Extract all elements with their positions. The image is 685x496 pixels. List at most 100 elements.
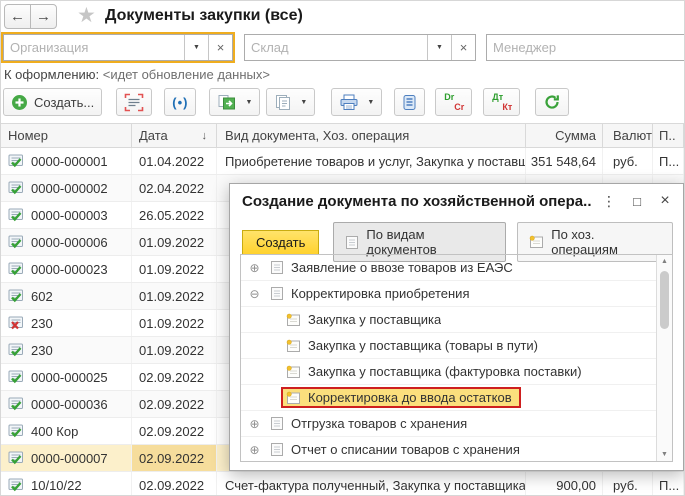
- back-button[interactable]: ←: [4, 4, 31, 29]
- tree-item-body[interactable]: Заявление о ввозе товаров из ЕАЭС: [265, 257, 522, 278]
- column-header-type[interactable]: Вид документа, Хоз. операция: [217, 124, 526, 147]
- expander-icon[interactable]: ⊕: [247, 443, 262, 457]
- cell-date[interactable]: 02.04.2022: [132, 175, 217, 201]
- column-header-number[interactable]: Номер: [1, 124, 132, 147]
- cell-date[interactable]: 26.05.2022: [132, 202, 217, 228]
- cell-number[interactable]: 0000-000023: [1, 256, 132, 282]
- create-button[interactable]: Создать...: [3, 88, 103, 116]
- tree-item[interactable]: ⊕ Отгрузка товаров с хранения: [241, 411, 656, 437]
- tree-item[interactable]: Закупка у поставщика (фактуровка поставк…: [241, 359, 656, 385]
- expander-icon[interactable]: ⊖: [247, 287, 262, 301]
- table-row[interactable]: 10/10/22 02.09.2022 Счет-фактура получен…: [1, 472, 684, 495]
- cell-number[interactable]: 0000-000006: [1, 229, 132, 255]
- scrollbar-thumb[interactable]: [660, 271, 669, 329]
- cell-number[interactable]: 0000-000002: [1, 175, 132, 201]
- tree-item-body[interactable]: Закупка у поставщика (фактуровка поставк…: [281, 361, 591, 382]
- to-process-link[interactable]: К оформлению:: [4, 67, 99, 82]
- copy-document-button[interactable]: ▼: [209, 88, 261, 116]
- tree-item[interactable]: ⊕ Отчет о списании товаров с хранения: [241, 437, 656, 461]
- document-date: 02.09.2022: [139, 369, 205, 385]
- cell-number[interactable]: 400 Кор: [1, 418, 132, 444]
- print-button[interactable]: ▼: [331, 88, 383, 116]
- cell-type[interactable]: Счет-фактура полученный, Закупка у поста…: [217, 472, 526, 495]
- cell-date[interactable]: 01.09.2022: [132, 283, 217, 309]
- cell-number[interactable]: 230: [1, 310, 132, 336]
- tree-item[interactable]: Корректировка до ввода остатков: [241, 385, 656, 411]
- warehouse-input[interactable]: [245, 35, 427, 60]
- wireless-button[interactable]: (•): [164, 88, 197, 116]
- tree-item[interactable]: ⊖ Корректировка приобретения: [241, 281, 656, 307]
- dialog-close-button[interactable]: ×: [653, 190, 677, 212]
- tree-item[interactable]: Закупка у поставщика: [241, 307, 656, 333]
- tree-item-body[interactable]: Закупка у поставщика: [281, 309, 450, 330]
- column-header-p[interactable]: П..: [653, 124, 684, 147]
- cell-number[interactable]: 0000-000007: [1, 445, 132, 471]
- favorite-star-icon[interactable]: ★: [77, 3, 96, 28]
- drcr-button[interactable]: Dr Cr: [435, 88, 473, 116]
- expander-icon[interactable]: ⊕: [247, 261, 262, 275]
- dialog-maximize-button[interactable]: □: [625, 190, 649, 212]
- tree-item-body[interactable]: Отчет о списании товаров с хранения: [265, 439, 529, 460]
- cell-currency[interactable]: руб.: [603, 148, 653, 174]
- tree-item[interactable]: ⊕ Заявление о ввозе товаров из ЕАЭС: [241, 255, 656, 281]
- cell-number[interactable]: 10/10/22: [1, 472, 132, 495]
- cell-number[interactable]: 230: [1, 337, 132, 363]
- tree-item-body[interactable]: Корректировка до ввода остатков: [281, 387, 521, 408]
- cell-date[interactable]: 02.09.2022: [132, 472, 217, 495]
- tree-item-label: Отчет о списании товаров с хранения: [291, 442, 520, 457]
- by-doc-types-label: По видам документов: [366, 227, 437, 257]
- scroll-down-icon[interactable]: ▼: [657, 451, 672, 458]
- cell-sum[interactable]: 351 548,64: [526, 148, 603, 174]
- forward-button[interactable]: →: [30, 4, 57, 29]
- cell-sum[interactable]: 900,00: [526, 472, 603, 495]
- cell-currency[interactable]: руб.: [603, 472, 653, 495]
- column-header-date[interactable]: Дата ↓: [132, 124, 217, 147]
- barcode-icon: [124, 93, 144, 112]
- organization-clear-button[interactable]: ×: [208, 35, 232, 60]
- document-date: 02.09.2022: [139, 477, 205, 493]
- cell-date[interactable]: 01.09.2022: [132, 229, 217, 255]
- dtkt-button[interactable]: Дт Кт: [483, 88, 521, 116]
- cell-date[interactable]: 01.04.2022: [132, 148, 217, 174]
- create-based-on-button[interactable]: ▼: [266, 88, 316, 116]
- tree-item[interactable]: Закупка у поставщика (товары в пути): [241, 333, 656, 359]
- dialog-create-button[interactable]: Создать: [242, 229, 320, 255]
- tree-item-body[interactable]: Закупка у поставщика (товары в пути): [281, 335, 547, 356]
- register-list-button[interactable]: [394, 88, 426, 116]
- cell-date[interactable]: 02.09.2022: [132, 391, 217, 417]
- cell-p[interactable]: П...: [653, 148, 684, 174]
- expander-icon[interactable]: ⊕: [247, 417, 262, 431]
- cell-date[interactable]: 01.09.2022: [132, 310, 217, 336]
- manager-input[interactable]: [487, 35, 684, 60]
- refresh-button[interactable]: [535, 88, 570, 116]
- barcode-scan-button[interactable]: [116, 88, 153, 116]
- cell-date[interactable]: 02.09.2022: [132, 445, 217, 471]
- cell-number[interactable]: 0000-000036: [1, 391, 132, 417]
- organization-dropdown-button[interactable]: ▼: [184, 35, 208, 60]
- cell-date[interactable]: 02.09.2022: [132, 364, 217, 390]
- cell-date[interactable]: 02.09.2022: [132, 418, 217, 444]
- scroll-up-icon[interactable]: ▲: [657, 258, 672, 265]
- tree-scrollbar[interactable]: ▲ ▼: [656, 255, 672, 461]
- tree-item-body[interactable]: Корректировка приобретения: [265, 283, 478, 304]
- cell-number[interactable]: 0000-000001: [1, 148, 132, 174]
- column-header-sum[interactable]: Сумма: [526, 124, 603, 147]
- table-row[interactable]: 0000-000001 01.04.2022 Приобретение това…: [1, 148, 684, 175]
- cell-number[interactable]: 0000-000003: [1, 202, 132, 228]
- organization-filter: ▼ ×: [3, 34, 233, 61]
- cell-date[interactable]: 01.09.2022: [132, 256, 217, 282]
- cell-type[interactable]: Приобретение товаров и услуг, Закупка у …: [217, 148, 526, 174]
- document-number: 0000-000007: [31, 450, 108, 466]
- cell-p[interactable]: П...: [653, 472, 684, 495]
- cell-number[interactable]: 602: [1, 283, 132, 309]
- warehouse-clear-button[interactable]: ×: [451, 35, 475, 60]
- warehouse-dropdown-button[interactable]: ▼: [427, 35, 451, 60]
- cell-date[interactable]: 01.09.2022: [132, 337, 217, 363]
- folder-icon: [529, 235, 544, 249]
- manager-filter: [486, 34, 684, 61]
- tree-item-body[interactable]: Отгрузка товаров с хранения: [265, 413, 476, 434]
- cell-number[interactable]: 0000-000025: [1, 364, 132, 390]
- dialog-menu-button[interactable]: ⋮: [597, 190, 621, 212]
- organization-input[interactable]: [4, 35, 184, 60]
- column-header-currency[interactable]: Валюта: [603, 124, 653, 147]
